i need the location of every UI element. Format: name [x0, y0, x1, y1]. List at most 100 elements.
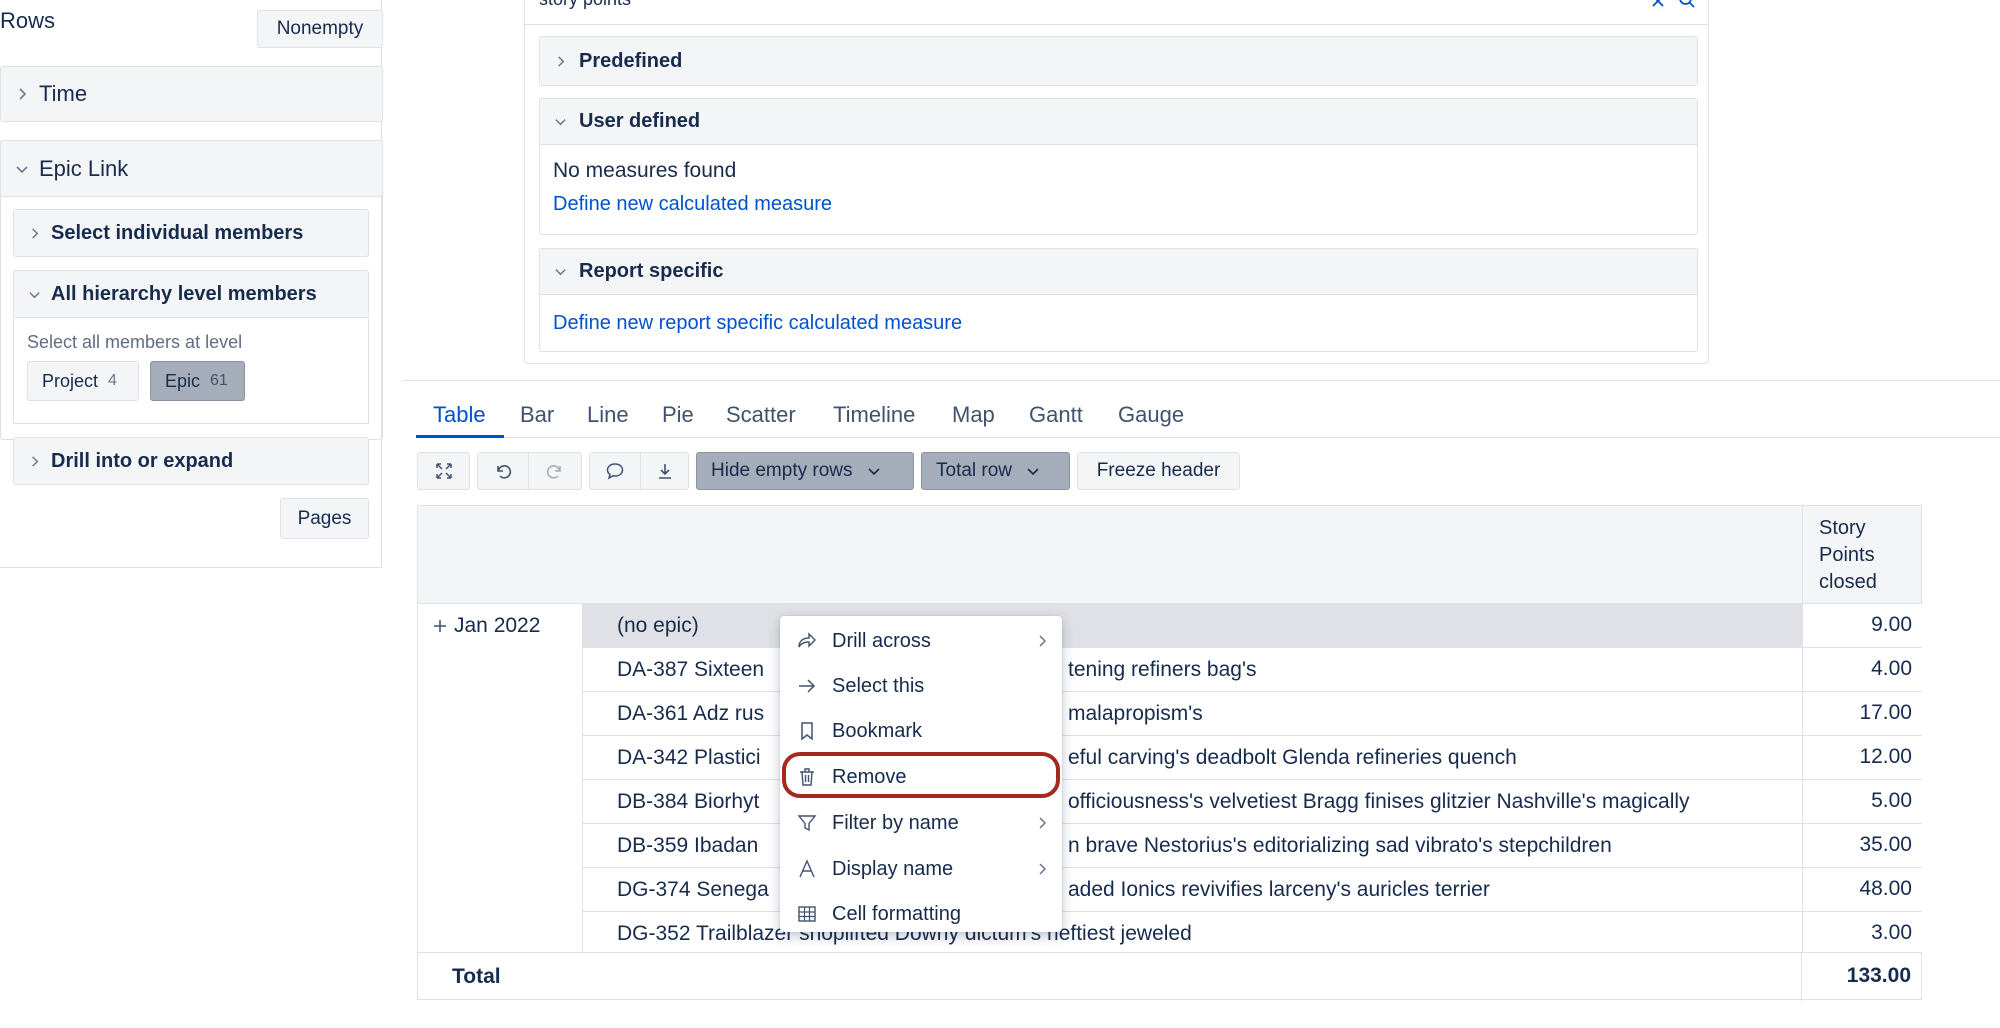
export-button[interactable] — [641, 452, 689, 490]
expand-icon — [435, 463, 452, 479]
all-hierarchy-level-members[interactable]: All hierarchy level members — [13, 270, 369, 318]
tab-line[interactable]: Line — [587, 402, 629, 428]
menu-item-drill-across[interactable]: Drill across — [780, 618, 1062, 664]
undo-button[interactable] — [477, 452, 529, 490]
total-row: Total 133.00 — [418, 952, 1921, 1001]
menu-item-display-name[interactable]: Display name — [780, 846, 1062, 892]
total-label: Total — [452, 965, 501, 988]
chevron-down-icon — [867, 468, 880, 476]
menu-item-filter-by-name[interactable]: Filter by name — [780, 800, 1062, 846]
tab-scatter[interactable]: Scatter — [726, 402, 796, 428]
table-icon — [798, 906, 816, 922]
menu-item-bookmark[interactable]: Bookmark — [780, 708, 1062, 754]
section-divider — [402, 380, 2000, 381]
tab-pie[interactable]: Pie — [662, 402, 694, 428]
tab-timeline[interactable]: Timeline — [833, 402, 915, 428]
freeze-header-button[interactable]: Freeze header — [1077, 452, 1240, 490]
measures-panel: story points Predefined User defined No … — [524, 0, 1709, 364]
row-name[interactable]: DA-342 Plastici — [617, 746, 761, 770]
epic-link-dimension[interactable]: Epic Link — [0, 140, 383, 197]
measure-search[interactable]: story points — [525, 0, 1708, 25]
pages-button[interactable]: Pages — [280, 498, 369, 539]
epic-link-label: Epic Link — [39, 155, 129, 181]
row-name-tail[interactable]: officiousness's velvetiest Bragg finises… — [1068, 790, 1690, 814]
select-individual-members[interactable]: Select individual members — [13, 209, 369, 257]
row-value[interactable]: 9.00 — [1802, 604, 1922, 647]
close-icon[interactable] — [1650, 0, 1666, 9]
report-specific-header[interactable]: Report specific — [540, 249, 1697, 295]
header-line: Points — [1819, 544, 1875, 566]
menu-item-select-this[interactable]: Select this — [780, 663, 1062, 709]
row-name[interactable]: DA-387 Sixteen — [617, 658, 764, 682]
row-name-tail[interactable]: aded Ionics revivifies larceny's auricle… — [1068, 878, 1490, 902]
text-icon — [799, 859, 815, 878]
row-value[interactable]: 3.00 — [1802, 912, 1922, 952]
row-value[interactable]: 17.00 — [1802, 692, 1922, 735]
comment-button[interactable] — [589, 452, 641, 490]
row-name-tail[interactable]: eful carving's deadbolt Glenda refinerie… — [1068, 746, 1517, 770]
row-value[interactable]: 5.00 — [1802, 780, 1922, 823]
comment-icon — [606, 463, 624, 480]
menu-item-label: Drill across — [832, 629, 931, 652]
total-row-dropdown[interactable]: Total row — [921, 452, 1070, 490]
row-group-column: Jan 2022 — [418, 604, 583, 952]
level-chip-epic[interactable]: Epic 61 — [150, 361, 245, 401]
filter-icon — [797, 815, 817, 832]
row-value[interactable]: 12.00 — [1802, 736, 1922, 779]
user-defined-label: User defined — [579, 110, 701, 132]
row-value[interactable]: 4.00 — [1802, 648, 1922, 691]
menu-item-cell-formatting[interactable]: Cell formatting — [780, 891, 1062, 937]
predefined-section[interactable]: Predefined — [539, 36, 1698, 86]
chart-type-tabs: Table Bar Line Pie Scatter Timeline Map … — [416, 392, 2000, 438]
chevron-right-icon — [558, 55, 565, 67]
menu-item-label: Display name — [832, 857, 954, 880]
row-group-cell[interactable]: Jan 2022 — [432, 614, 540, 638]
chip-label: Project — [42, 370, 99, 391]
tab-gauge[interactable]: Gauge — [1118, 402, 1184, 428]
chip-label: Epic — [165, 370, 201, 391]
define-calculated-measure-link[interactable]: Define new calculated measure — [553, 193, 832, 216]
all-hierarchy-label: All hierarchy level members — [51, 282, 317, 305]
tab-map[interactable]: Map — [952, 402, 995, 428]
header-line: Story — [1819, 517, 1866, 539]
row-name-tail[interactable]: n brave Nestorius's editorializing sad v… — [1068, 834, 1612, 858]
redo-button[interactable] — [529, 452, 582, 490]
time-dimension[interactable]: Time — [0, 66, 383, 122]
row-value[interactable]: 48.00 — [1802, 868, 1922, 911]
define-report-measure-link[interactable]: Define new report specific calculated me… — [553, 312, 962, 335]
row-name[interactable]: DB-359 Ibadan — [617, 834, 758, 858]
row-value[interactable]: 35.00 — [1802, 824, 1922, 867]
drill-into-or-expand[interactable]: Drill into or expand — [13, 437, 369, 485]
row-name[interactable]: DA-361 Adz rus — [617, 702, 764, 726]
no-measures-text: No measures found — [553, 159, 737, 182]
select-individual-label: Select individual members — [51, 221, 304, 244]
user-defined-header[interactable]: User defined — [540, 99, 1697, 145]
chip-count: 61 — [210, 372, 228, 389]
user-defined-section: User defined No measures found Define ne… — [539, 98, 1698, 235]
row-name[interactable]: (no epic) — [617, 614, 699, 638]
hide-empty-rows-dropdown[interactable]: Hide empty rows — [696, 452, 914, 490]
row-name[interactable]: DB-384 Biorhyt — [617, 790, 759, 814]
search-icon[interactable] — [1678, 0, 1696, 9]
fullscreen-button[interactable] — [417, 452, 470, 490]
measure-column-header[interactable]: Story Points closed — [1802, 506, 1922, 604]
menu-item-label: Filter by name — [832, 811, 959, 834]
row-name-tail[interactable]: malapropism's — [1068, 702, 1203, 726]
row-group-label: Jan 2022 — [454, 614, 541, 637]
row-name[interactable]: DG-374 Senega — [617, 878, 769, 902]
arrow-right-icon — [799, 679, 816, 693]
table-header: Story Points closed — [418, 506, 1921, 604]
tab-gantt[interactable]: Gantt — [1029, 402, 1083, 428]
level-chip-project[interactable]: Project 4 — [27, 361, 139, 401]
row-name-tail[interactable]: tening refiners bag's — [1068, 658, 1256, 682]
tab-bar[interactable]: Bar — [520, 402, 554, 428]
rows-title: Rows — [0, 8, 56, 33]
plus-icon[interactable] — [432, 618, 448, 634]
drill-label: Drill into or expand — [51, 449, 234, 472]
chevron-down-icon — [29, 291, 40, 298]
tab-table[interactable]: Table — [433, 402, 486, 428]
report-specific-label: Report specific — [579, 260, 724, 282]
measure-search-input[interactable]: story points — [539, 0, 631, 10]
menu-item-label: Select this — [832, 674, 925, 697]
nonempty-button[interactable]: Nonempty — [257, 10, 383, 48]
